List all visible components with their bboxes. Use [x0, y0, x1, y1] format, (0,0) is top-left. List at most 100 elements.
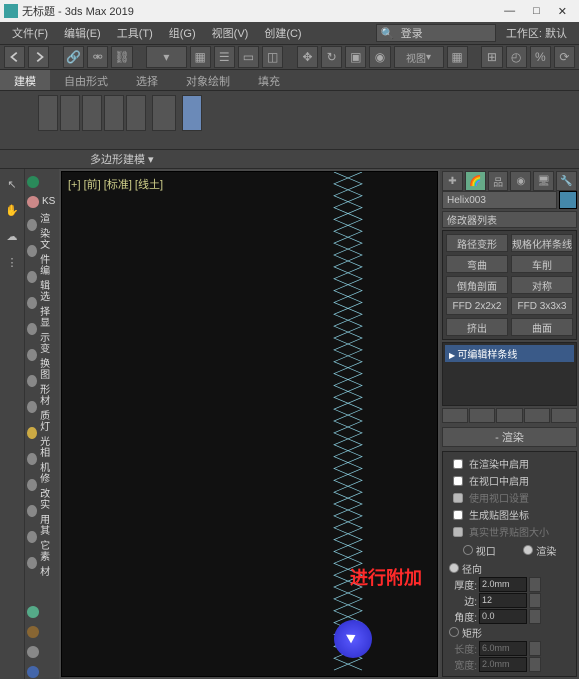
sidebar-item[interactable]: 文件 [27, 241, 57, 261]
refsys-dropdown[interactable]: 视图▾ [394, 46, 444, 68]
tab-populate[interactable]: 填充 [244, 70, 294, 90]
close-icon[interactable]: ✕ [558, 5, 567, 18]
create-tab-icon[interactable]: ✚ [442, 171, 463, 191]
ribbon-btn[interactable] [60, 95, 80, 131]
motion-tab-icon[interactable]: ◉ [510, 171, 531, 191]
sidebar-item[interactable]: 编辑 [27, 267, 57, 287]
menu-view[interactable]: 视图(V) [206, 23, 255, 43]
sidebar-item[interactable]: KS [27, 195, 57, 209]
radio-radial[interactable] [449, 563, 459, 573]
stack-item[interactable]: 可编辑样条线 [445, 345, 574, 362]
pin-stack-icon[interactable] [442, 408, 468, 423]
modify-tab-icon[interactable]: 🌈 [465, 171, 486, 191]
thickness-input[interactable]: 2.0mm [479, 577, 527, 592]
percent-snap-icon[interactable]: % [530, 46, 551, 68]
unlink-icon[interactable]: ⚮ [87, 46, 108, 68]
mod-preset[interactable]: 规格化样条线 [511, 234, 573, 252]
menu-file[interactable]: 文件(F) [6, 23, 54, 43]
show-end-icon[interactable] [469, 408, 495, 423]
chk-gen-mapping[interactable] [453, 510, 463, 520]
undo-icon[interactable] [4, 46, 25, 68]
sides-input[interactable]: 12 [479, 593, 527, 608]
sidebar-item[interactable]: 选择 [27, 293, 57, 313]
mod-preset[interactable]: 倒角剖面 [446, 276, 508, 294]
mod-preset[interactable]: 挤出 [446, 318, 508, 336]
redo-icon[interactable] [28, 46, 49, 68]
hierarchy-tab-icon[interactable]: 品 [488, 171, 509, 191]
spinner-icon[interactable] [529, 577, 541, 592]
viewport-label[interactable]: [+] [前] [标准] [线土] [68, 176, 163, 192]
ribbon-btn[interactable] [104, 95, 124, 131]
object-name-input[interactable]: Helix003 [442, 191, 557, 209]
select-rect-icon[interactable]: ▭ [238, 46, 259, 68]
bind-icon[interactable]: ⛓ [111, 46, 132, 68]
sidebar-item[interactable]: 修改 [27, 475, 57, 495]
mod-preset[interactable]: FFD 2x2x2 [446, 297, 508, 315]
sidebar-item[interactable]: 实用 [27, 501, 57, 521]
rotate-icon[interactable]: ↻ [321, 46, 342, 68]
tab-modeling[interactable]: 建模 [0, 70, 50, 90]
spinner-snap-icon[interactable]: ⟳ [554, 46, 575, 68]
sidebar-item[interactable]: 图形 [27, 371, 57, 391]
snap-icon[interactable]: ⊞ [481, 46, 502, 68]
sidebar-misc-icon[interactable] [27, 665, 57, 679]
ribbon-btn[interactable] [126, 95, 146, 131]
viewport[interactable]: [+] [前] [标准] [线土] 进行附加 [61, 171, 438, 677]
pivot-icon[interactable]: ▦ [447, 46, 468, 68]
radio-render[interactable] [523, 545, 533, 555]
menu-group[interactable]: 组(G) [163, 23, 202, 43]
mod-preset[interactable]: 车削 [511, 255, 573, 273]
chk-enable-render[interactable] [453, 459, 463, 469]
menu-tools[interactable]: 工具(T) [111, 23, 159, 43]
scale-icon[interactable]: ▣ [345, 46, 366, 68]
spinner-icon[interactable] [529, 609, 541, 624]
workspace-label[interactable]: 工作区: 默认 [500, 23, 573, 43]
ribbon-btn[interactable] [38, 95, 58, 131]
display-tab-icon[interactable]: 🖥 [533, 171, 554, 191]
radio-rect[interactable] [449, 627, 459, 637]
maximize-icon[interactable]: □ [533, 5, 540, 18]
ribbon-btn[interactable] [82, 95, 102, 131]
ribbon-btn-active[interactable] [182, 95, 202, 131]
sidebar-item[interactable]: 材质 [27, 397, 57, 417]
sidebar-item[interactable]: 其它 [27, 527, 57, 547]
move-icon[interactable]: ✥ [297, 46, 318, 68]
menu-edit[interactable]: 编辑(E) [58, 23, 107, 43]
link-icon[interactable]: 🔗 [63, 46, 84, 68]
menu-create[interactable]: 创建(C) [258, 23, 307, 43]
spinner-icon[interactable] [529, 593, 541, 608]
angle-snap-icon[interactable]: ◴ [506, 46, 527, 68]
configure-icon[interactable] [551, 408, 577, 423]
select-icon[interactable]: ▦ [190, 46, 211, 68]
back-button[interactable] [27, 175, 57, 189]
sidebar-misc-icon[interactable] [27, 606, 57, 620]
mod-preset[interactable]: FFD 3x3x3 [511, 297, 573, 315]
mod-preset[interactable]: 曲面 [511, 318, 573, 336]
tool-icon[interactable]: ⋮ [3, 253, 21, 271]
sidebar-misc-icon[interactable] [27, 645, 57, 659]
modifier-list-dropdown[interactable]: 修改器列表 [442, 211, 577, 228]
ribbon-btn[interactable] [152, 95, 176, 131]
sidebar-item[interactable]: 显示 [27, 319, 57, 339]
rollout-render-header[interactable]: - 渲染 [442, 427, 577, 447]
selection-filter-dropdown[interactable]: ▾ [146, 46, 186, 68]
mod-preset[interactable]: 对称 [511, 276, 573, 294]
modifier-stack[interactable]: 可编辑样条线 [442, 342, 577, 405]
sidebar-item[interactable]: 灯光 [27, 423, 57, 443]
utilities-tab-icon[interactable]: 🔧 [556, 171, 577, 191]
sidebar-item[interactable]: 渲染 [27, 215, 57, 235]
radio-viewport[interactable] [463, 545, 473, 555]
sidebar-misc-icon[interactable] [27, 625, 57, 639]
minimize-icon[interactable]: — [504, 5, 515, 18]
placement-icon[interactable]: ◉ [369, 46, 390, 68]
select-name-icon[interactable]: ☰ [214, 46, 235, 68]
hand-icon[interactable]: ✋ [3, 201, 21, 219]
mod-preset[interactable]: 弯曲 [446, 255, 508, 273]
tab-objectpaint[interactable]: 对象绘制 [172, 70, 244, 90]
sidebar-item[interactable]: 变换 [27, 345, 57, 365]
sidebar-item[interactable]: 素材 [27, 553, 57, 573]
cursor-icon[interactable]: ↖ [3, 175, 21, 193]
chk-enable-viewport[interactable] [453, 476, 463, 486]
window-cross-icon[interactable]: ◫ [262, 46, 283, 68]
sidebar-item[interactable]: 相机 [27, 449, 57, 469]
